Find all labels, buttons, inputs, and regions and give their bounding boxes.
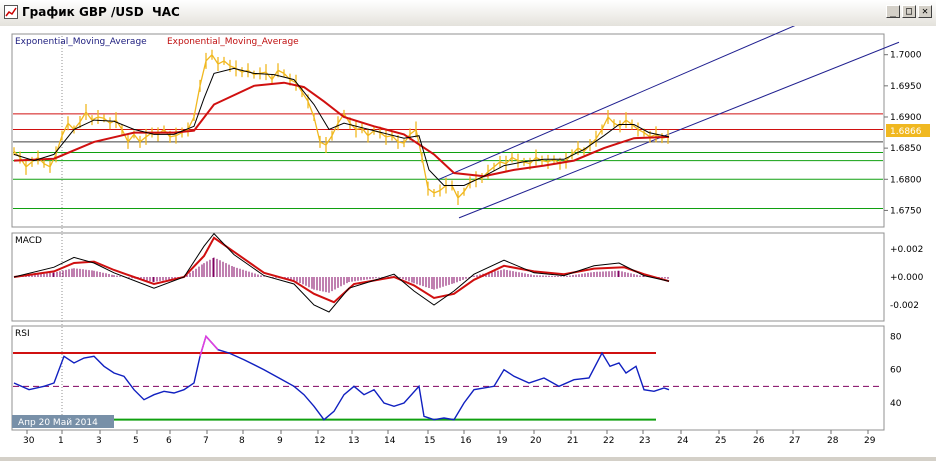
x-tick-label: 23: [639, 436, 650, 446]
x-tick-label: 7: [203, 436, 209, 446]
x-tick-label: 19: [496, 436, 508, 446]
x-tick-label: 25: [715, 436, 726, 446]
close-button[interactable]: ✕: [918, 5, 932, 18]
legend-ema-fast: Exponential_Moving_Average: [15, 37, 147, 47]
chart-app-icon: [4, 5, 18, 19]
title-bar[interactable]: График GBP /USD ЧАС _ □ ✕: [0, 0, 936, 27]
price-axis-label: 1.6750: [890, 206, 922, 216]
rsi-axis-label: 40: [890, 399, 902, 409]
x-tick-label: 6: [166, 436, 172, 446]
x-tick-label: 30: [23, 436, 35, 446]
price-axis-label: 1.7000: [890, 51, 922, 61]
x-tick-label: 16: [460, 436, 472, 446]
window-title: График GBP /USD ЧАС: [22, 5, 180, 19]
x-tick-label: 3: [96, 436, 102, 446]
x-tick-label: 27: [789, 436, 800, 446]
x-tick-label: 5: [133, 436, 139, 446]
x-tick-label: 21: [567, 436, 578, 446]
x-tick-label: 24: [677, 436, 689, 446]
x-tick-label: 8: [239, 436, 245, 446]
x-tick-label: 28: [827, 436, 839, 446]
x-tick-label: 9: [277, 436, 283, 446]
x-tick-label: 12: [314, 436, 325, 446]
chart-svg: 30 1 3 5 6 7 8 9 12 13 14 15 16 19 20 21 22 23 24 25 26 27 28 2…: [11, 16, 930, 446]
rsi-panel[interactable]: [11, 325, 885, 431]
x-tick-label: 15: [424, 436, 435, 446]
macd-axis-label: +0.002: [890, 245, 923, 255]
price-axis-label: 1.6850: [890, 144, 922, 154]
x-tick-label: 13: [348, 436, 359, 446]
x-tick-label: 29: [864, 436, 876, 446]
maximize-button[interactable]: □: [902, 5, 916, 18]
x-tick-label: 14: [384, 436, 396, 446]
minimize-button[interactable]: _: [886, 5, 900, 18]
chart-area[interactable]: 30 1 3 5 6 7 8 9 12 13 14 15 16 19 20 21 22 23 24 25 26 27 28 2…: [0, 16, 936, 457]
x-tick-label: 26: [753, 436, 765, 446]
rsi-axis-label: 80: [890, 332, 902, 342]
price-panel[interactable]: [11, 33, 885, 228]
x-tick-label: 22: [603, 436, 614, 446]
rsi-panel-label: RSI: [15, 329, 30, 339]
chart-window: График GBP /USD ЧАС _ □ ✕ 30 1 3 5 6 7 8 9 12 13 1…: [0, 0, 936, 457]
x-tick-label: 1: [58, 436, 64, 446]
macd-axis-label: +0.000: [890, 273, 924, 283]
price-axis-label: 1.6950: [890, 82, 922, 92]
price-axis-label: 1.6900: [890, 113, 922, 123]
legend-ema-slow: Exponential_Moving_Average: [167, 37, 299, 47]
macd-panel-label: MACD: [15, 236, 42, 246]
macd-panel[interactable]: [11, 232, 885, 322]
rsi-axis-label: 60: [890, 366, 902, 376]
period-label: Апр 20 Май 2014: [18, 418, 98, 428]
current-price-label: 1.6866: [890, 127, 922, 137]
price-axis-label: 1.6800: [890, 175, 922, 185]
macd-axis-label: -0.002: [890, 301, 919, 311]
x-tick-label: 20: [530, 436, 542, 446]
